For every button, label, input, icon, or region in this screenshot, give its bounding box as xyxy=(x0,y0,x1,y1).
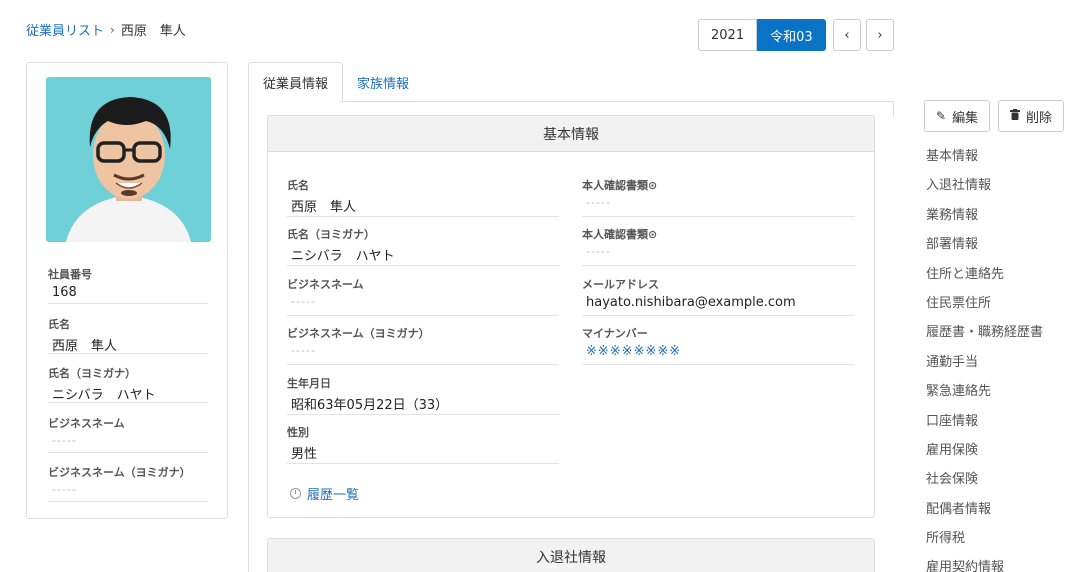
year-western-button[interactable]: 2021 xyxy=(698,19,758,51)
profile-field-employee-number: 社員番号 168 xyxy=(48,266,208,304)
employee-photo xyxy=(46,77,211,242)
section-nav-item[interactable]: 所得税 xyxy=(926,529,1076,558)
tab-family-info[interactable]: 家族情報 xyxy=(343,62,423,102)
prev-employee-button[interactable]: ‹ xyxy=(833,19,861,51)
next-employee-button[interactable]: › xyxy=(866,19,894,51)
edit-label: 編集 xyxy=(952,110,979,126)
history-link[interactable]: 履歴一覧 xyxy=(290,484,359,503)
section-nav-item[interactable]: 部署情報 xyxy=(926,235,1076,264)
basic-info-panel: 基本情報 氏名 西原 隼人 氏名（ヨミガナ） ニシバラ ハヤト ビジネスネーム … xyxy=(267,115,875,518)
chevron-right-icon: › xyxy=(877,27,883,43)
section-nav-item[interactable]: 雇用契約情報 xyxy=(926,558,1076,572)
field-value: ----- xyxy=(291,344,316,357)
pencil-icon: ✎ xyxy=(936,109,947,123)
profile-field-name: 氏名 西原 隼人 xyxy=(48,316,208,354)
edit-button[interactable]: ✎ 編集 xyxy=(924,100,991,132)
field-name: 氏名 西原 隼人 xyxy=(287,177,559,217)
field-label: ビジネスネーム xyxy=(48,417,125,430)
section-nav-item[interactable]: 社会保険 xyxy=(926,470,1076,499)
field-value: 168 xyxy=(52,285,77,300)
section-nav-item[interactable]: 基本情報 xyxy=(926,147,1076,176)
field-label: 社員番号 xyxy=(48,268,92,281)
year-japanese-button[interactable]: 令和03 xyxy=(757,19,826,51)
trash-icon xyxy=(1010,109,1020,123)
field-label: 生年月日 xyxy=(287,377,331,390)
delete-label: 削除 xyxy=(1026,110,1053,126)
content-frame-right xyxy=(893,101,894,117)
breadcrumb: 従業員リスト › 西原 隼人 xyxy=(26,20,186,40)
field-value: hayato.nishibara@example.com xyxy=(586,295,796,310)
chevron-left-icon: ‹ xyxy=(844,27,850,43)
employment-info-panel: 入退社情報 xyxy=(267,538,875,572)
field-value: ニシバラ ハヤト xyxy=(52,388,156,403)
field-label: ビジネスネーム（ヨミガナ） xyxy=(48,466,191,479)
field-value: ニシバラ ハヤト xyxy=(291,249,395,264)
section-nav-item[interactable]: 入退社情報 xyxy=(926,176,1076,205)
employee-detail-page: 従業員リスト › 西原 隼人 2021 令和03 ‹ › 社員番号 168 氏名… xyxy=(0,0,1088,572)
profile-field-name-kana: 氏名（ヨミガナ） ニシバラ ハヤト xyxy=(48,365,208,403)
section-nav-item[interactable]: 緊急連絡先 xyxy=(926,382,1076,411)
field-label: 氏名 xyxy=(48,318,70,331)
breadcrumb-employee-list-link[interactable]: 従業員リスト xyxy=(26,20,104,39)
avatar xyxy=(46,77,211,242)
field-name-kana: 氏名（ヨミガナ） ニシバラ ハヤト xyxy=(287,226,559,266)
field-value: ----- xyxy=(52,483,77,496)
field-value: ----- xyxy=(291,295,316,308)
section-nav-item[interactable]: 業務情報 xyxy=(926,206,1076,235)
history-link-label: 履歴一覧 xyxy=(307,488,360,503)
field-label: 本人確認書類⊙ xyxy=(582,179,658,192)
field-id-document-2: 本人確認書類⊙ ----- xyxy=(582,226,855,266)
field-value: 西原 隼人 xyxy=(291,200,357,215)
profile-card: 社員番号 168 氏名 西原 隼人 氏名（ヨミガナ） ニシバラ ハヤト ビジネス… xyxy=(26,62,228,519)
content-frame-left xyxy=(248,101,249,572)
clock-icon xyxy=(290,488,301,499)
section-nav-item[interactable]: 口座情報 xyxy=(926,412,1076,441)
tab-employee-info[interactable]: 従業員情報 xyxy=(248,62,344,102)
field-label: 氏名 xyxy=(287,179,309,192)
field-label: 氏名（ヨミガナ） xyxy=(287,228,375,241)
section-nav-item[interactable]: 通勤手当 xyxy=(926,353,1076,382)
tab-bar: 従業員情報 家族情報 xyxy=(248,62,423,102)
field-value: 西原 隼人 xyxy=(52,339,118,354)
field-value: 男性 xyxy=(291,447,318,462)
year-selector: 2021 令和03 xyxy=(698,19,826,51)
delete-button[interactable]: 削除 xyxy=(998,100,1065,132)
field-value: ----- xyxy=(52,434,77,447)
field-business-name: ビジネスネーム ----- xyxy=(287,276,559,316)
section-nav-item[interactable]: 履歴書・職務経歴書 xyxy=(926,323,1076,352)
field-label: ビジネスネーム（ヨミガナ） xyxy=(287,327,430,340)
my-number-masked-link[interactable]: ※※※※※※※※ xyxy=(582,344,855,364)
section-nav-item[interactable]: 雇用保険 xyxy=(926,441,1076,470)
field-label: 性別 xyxy=(287,426,309,439)
field-birthdate: 生年月日 昭和63年05月22日（33） xyxy=(287,375,559,415)
profile-field-business-name-kana: ビジネスネーム（ヨミガナ） ----- xyxy=(48,464,208,502)
section-nav-item[interactable]: 配偶者情報 xyxy=(926,500,1076,529)
field-label: 氏名（ヨミガナ） xyxy=(48,367,136,380)
section-nav-item[interactable]: 住所と連絡先 xyxy=(926,265,1076,294)
field-business-name-kana: ビジネスネーム（ヨミガナ） ----- xyxy=(287,325,559,365)
field-my-number: マイナンバー ※※※※※※※※ xyxy=(582,325,855,365)
field-value: ----- xyxy=(586,196,611,209)
section-nav: 基本情報 入退社情報 業務情報 部署情報 住所と連絡先 住民票住所 履歴書・職務… xyxy=(926,147,1076,572)
field-label: メールアドレス xyxy=(582,278,659,291)
panel-title: 基本情報 xyxy=(268,116,874,152)
field-label: マイナンバー xyxy=(582,327,648,340)
field-label: ビジネスネーム xyxy=(287,278,364,291)
breadcrumb-current: 西原 隼人 xyxy=(120,24,186,39)
profile-field-business-name: ビジネスネーム ----- xyxy=(48,415,208,453)
field-email: メールアドレス hayato.nishibara@example.com xyxy=(582,276,855,316)
breadcrumb-separator: › xyxy=(110,22,115,37)
field-value: 昭和63年05月22日（33） xyxy=(291,398,449,413)
field-label: 本人確認書類⊙ xyxy=(582,228,658,241)
field-id-document-1: 本人確認書類⊙ ----- xyxy=(582,177,855,217)
field-value: ----- xyxy=(586,245,611,258)
panel-title: 入退社情報 xyxy=(268,539,874,572)
field-gender: 性別 男性 xyxy=(287,424,559,464)
section-nav-item[interactable]: 住民票住所 xyxy=(926,294,1076,323)
tab-divider xyxy=(340,101,894,102)
